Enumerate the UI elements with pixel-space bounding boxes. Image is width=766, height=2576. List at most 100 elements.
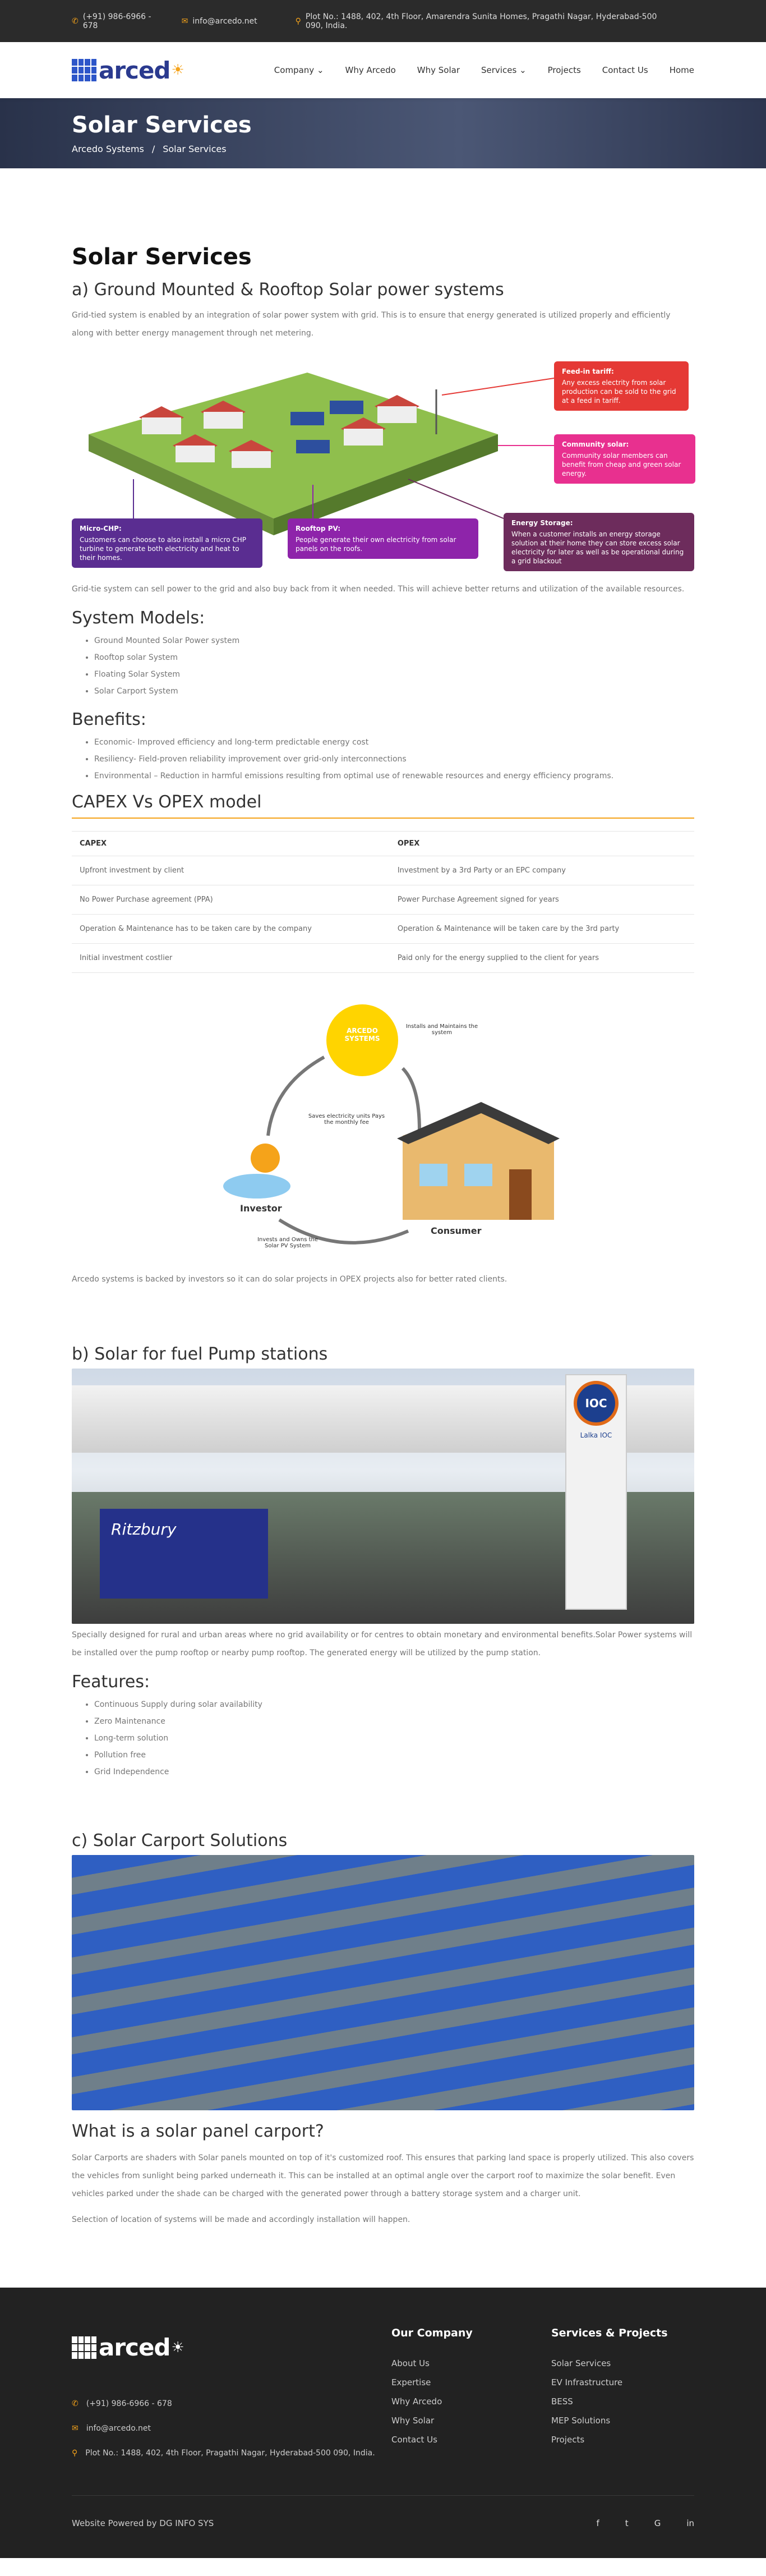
footer-logo[interactable]: arced ☀ — [72, 2334, 184, 2361]
chevron-down-icon: ⌄ — [316, 65, 324, 75]
logo-panel-icon — [72, 2336, 96, 2359]
hero-title: Solar Services — [72, 112, 252, 138]
footer-contact: ✆ (+91) 986-6966 - 678 ✉ info@arcedo.net ⚲… — [72, 2391, 375, 2465]
footer-link[interactable]: About Us — [391, 2354, 473, 2373]
fuel-station-image: Ritzbury IOC Lalka IOC — [72, 1369, 694, 1624]
phone-icon: ✆ — [72, 2399, 79, 2408]
footer-link[interactable]: Solar Services — [551, 2354, 668, 2373]
nav-services[interactable]: Services ⌄ — [481, 65, 527, 75]
fuel-sign: IOC Lalka IOC — [565, 1374, 627, 1610]
callout-community-solar: Community solar: Community solar members … — [554, 434, 695, 484]
footer-link[interactable]: MEP Solutions — [551, 2411, 668, 2430]
chevron-down-icon: ⌄ — [519, 65, 527, 75]
location-icon: ⚲ — [72, 2449, 78, 2458]
footer-link[interactable]: Contact Us — [391, 2430, 473, 2449]
nav-contact[interactable]: Contact Us — [602, 65, 648, 75]
benefits-list: Economic- Improved efficiency and long-t… — [94, 734, 694, 784]
footer-link[interactable]: Projects — [551, 2430, 668, 2449]
footer-email[interactable]: ✉ info@arcedo.net — [72, 2416, 375, 2441]
table-cell: Investment by a 3rd Party or an EPC comp… — [389, 856, 694, 885]
list-item: Solar Carport System — [94, 683, 694, 700]
mail-icon: ✉ — [181, 16, 188, 26]
table-row: Upfront investment by client Investment b… — [72, 856, 694, 885]
grid-tie-diagram: Feed-in tariff: Any excess electrity from… — [72, 350, 695, 580]
capex-opex-heading: CAPEX Vs OPEX model — [72, 792, 694, 819]
nav-company[interactable]: Company ⌄ — [274, 65, 324, 75]
footer-phone[interactable]: ✆ (+91) 986-6966 - 678 — [72, 2391, 375, 2416]
footer-link[interactable]: Why Arcedo — [391, 2392, 473, 2411]
table-cell: No Power Purchase agreement (PPA) — [72, 885, 390, 915]
callout-micro-chp: Micro-CHP: Customers can choose to also i… — [72, 518, 262, 568]
opex-note: Arcedo systems is backed by investors so… — [72, 1275, 507, 1284]
intro-text: Grid-tied system is enabled by an integr… — [72, 311, 671, 338]
nav-why-arcedo[interactable]: Why Arcedo — [345, 65, 396, 75]
footer-address: ⚲ Plot No.: 1488, 402, 4th Floor, Pragath… — [72, 2449, 375, 2458]
nav-projects[interactable]: Projects — [548, 65, 581, 75]
footer-bottom: Website Powered by DG INFO SYS f t G in — [72, 2495, 694, 2528]
logo-sun-icon: ☀ — [171, 62, 184, 79]
breadcrumb-home[interactable]: Arcedo Systems — [72, 144, 144, 154]
features-list: Continuous Supply during solar availabil… — [94, 1696, 694, 1780]
topbar-phone[interactable]: ✆ (+91) 986-6966 - 678 — [72, 12, 163, 30]
arcedo-label: ARCEDO SYSTEMS — [344, 1027, 380, 1043]
callout-rooftop-pv: Rooftop PV: People generate their own ele… — [288, 518, 478, 559]
carport-text: Solar Carports are shaders with Solar pa… — [72, 2153, 694, 2198]
footer-link[interactable]: Expertise — [391, 2373, 473, 2392]
nav-why-solar[interactable]: Why Solar — [417, 65, 460, 75]
list-item: Continuous Supply during solar availabil… — [94, 1696, 694, 1713]
carport-image — [72, 1855, 694, 2110]
footer-link[interactable]: Why Solar — [391, 2411, 473, 2430]
callout-energy-storage: Energy Storage: When a customer installs … — [504, 513, 694, 571]
callout-feed-in-tariff: Feed-in tariff: Any excess electrity from… — [554, 361, 689, 411]
breadcrumb-separator: / — [151, 144, 155, 154]
installs-label: Installs and Maintains the system — [405, 1023, 478, 1036]
features-heading: Features: — [72, 1672, 150, 1692]
breadcrumb: Arcedo Systems / Solar Services — [72, 144, 694, 154]
mail-icon: ✉ — [72, 2424, 79, 2433]
main-content: Solar Services a) Ground Mounted & Rooft… — [0, 244, 766, 2229]
section-a-heading: a) Ground Mounted & Rooftop Solar power … — [72, 280, 504, 300]
logo-sun-icon: ☀ — [171, 2339, 184, 2356]
linkedin-icon[interactable]: in — [686, 2518, 694, 2528]
facebook-icon[interactable]: f — [597, 2518, 599, 2528]
benefits-heading: Benefits: — [72, 710, 146, 729]
site-logo[interactable]: arced ☀ — [72, 57, 184, 84]
list-item: Economic- Improved efficiency and long-t… — [94, 734, 694, 751]
invests-label: Invests and Owns the Solar PV System — [257, 1237, 319, 1249]
table-cell: Operation & Maintenance has to be taken … — [72, 914, 390, 944]
social-links: f t G in — [597, 2518, 694, 2528]
page-hero: Solar Services Arcedo Systems / Solar Se… — [0, 98, 766, 168]
site-header: arced ☀ Company ⌄ Why Arcedo Why Solar Se… — [0, 42, 766, 98]
table-cell: Power Purchase Agreement signed for year… — [389, 885, 694, 915]
location-icon: ⚲ — [295, 16, 301, 26]
grid-note: Grid-tie system can sell power to the gr… — [72, 585, 685, 594]
list-item: Long-term solution — [94, 1730, 694, 1747]
site-footer: arced ☀ ✆ (+91) 986-6966 - 678 ✉ info@arced… — [0, 2288, 766, 2558]
page-title: Solar Services — [72, 244, 252, 270]
powered-by[interactable]: Website Powered by DG INFO SYS — [72, 2518, 214, 2528]
table-cell: Operation & Maintenance will be taken ca… — [389, 914, 694, 944]
google-icon[interactable]: G — [654, 2518, 661, 2528]
models-heading: System Models: — [72, 608, 205, 628]
main-nav: Company ⌄ Why Arcedo Why Solar Services … — [274, 65, 694, 75]
table-header: CAPEX — [72, 831, 390, 856]
footer-services: Services & Projects Solar Services EV In… — [551, 2327, 668, 2449]
list-item: Environmental – Reduction in harmful emi… — [94, 768, 694, 784]
list-item: Floating Solar System — [94, 666, 694, 683]
footer-link[interactable]: BESS — [551, 2392, 668, 2411]
section-c-heading: c) Solar Carport Solutions — [72, 1831, 288, 1851]
investor-label: Investor — [240, 1203, 282, 1214]
logo-panel-icon — [72, 59, 96, 81]
capex-opex-table: CAPEX OPEX Upfront investment by client In… — [72, 831, 694, 973]
table-header: OPEX — [389, 831, 694, 856]
nav-home[interactable]: Home — [670, 65, 694, 75]
phone-icon: ✆ — [72, 16, 79, 26]
list-item: Resiliency- Field-proven reliability imp… — [94, 751, 694, 768]
table-cell: Upfront investment by client — [72, 856, 390, 885]
table-row: Initial investment costlier Paid only for… — [72, 943, 694, 973]
saves-label: Saves electricity units Pays the monthly… — [308, 1113, 385, 1126]
twitter-icon[interactable]: t — [625, 2518, 629, 2528]
footer-link[interactable]: EV Infrastructure — [551, 2373, 668, 2392]
topbar-email[interactable]: ✉ info@arcedo.net — [182, 17, 257, 26]
list-item: Zero Maintenance — [94, 1713, 694, 1730]
